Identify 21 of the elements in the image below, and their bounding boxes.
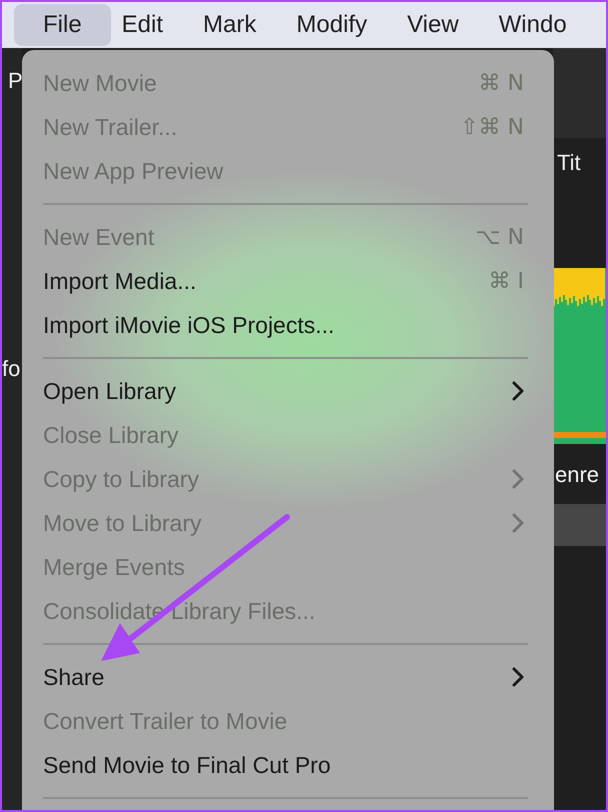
shortcut-label: ⌥ N	[475, 224, 524, 252]
menu-item[interactable]: Import Media... ⌘ I	[22, 259, 554, 303]
header-bar	[553, 504, 606, 546]
shortcut-label: ⇧⌘ N	[460, 114, 524, 142]
menu-item[interactable]: Send Movie to Final Cut Pro	[22, 743, 554, 787]
menu-bar-item[interactable]: File	[14, 4, 111, 46]
menu-item[interactable]: Share	[22, 655, 554, 699]
waveform-drawing	[553, 268, 606, 308]
menu-item[interactable]: Open Library	[22, 369, 554, 413]
shortcut-label: ⌘ N	[478, 70, 524, 98]
menu-bar-item[interactable]: Windo	[478, 4, 587, 46]
partial-label: fo	[2, 356, 22, 382]
column-label: enre	[554, 460, 600, 488]
shortcut-label: ⌘ I	[488, 268, 524, 296]
menu-bar-item[interactable]: Mark	[183, 4, 276, 46]
menu-item[interactable]: Import iMovie iOS Projects...	[22, 303, 554, 347]
title-button[interactable]: Tit	[553, 138, 606, 186]
menu-bar-item[interactable]: View	[387, 4, 479, 46]
video-clip[interactable]	[553, 268, 606, 444]
menu-bar-item[interactable]: Modify	[276, 4, 388, 46]
partial-label: P	[8, 68, 22, 94]
